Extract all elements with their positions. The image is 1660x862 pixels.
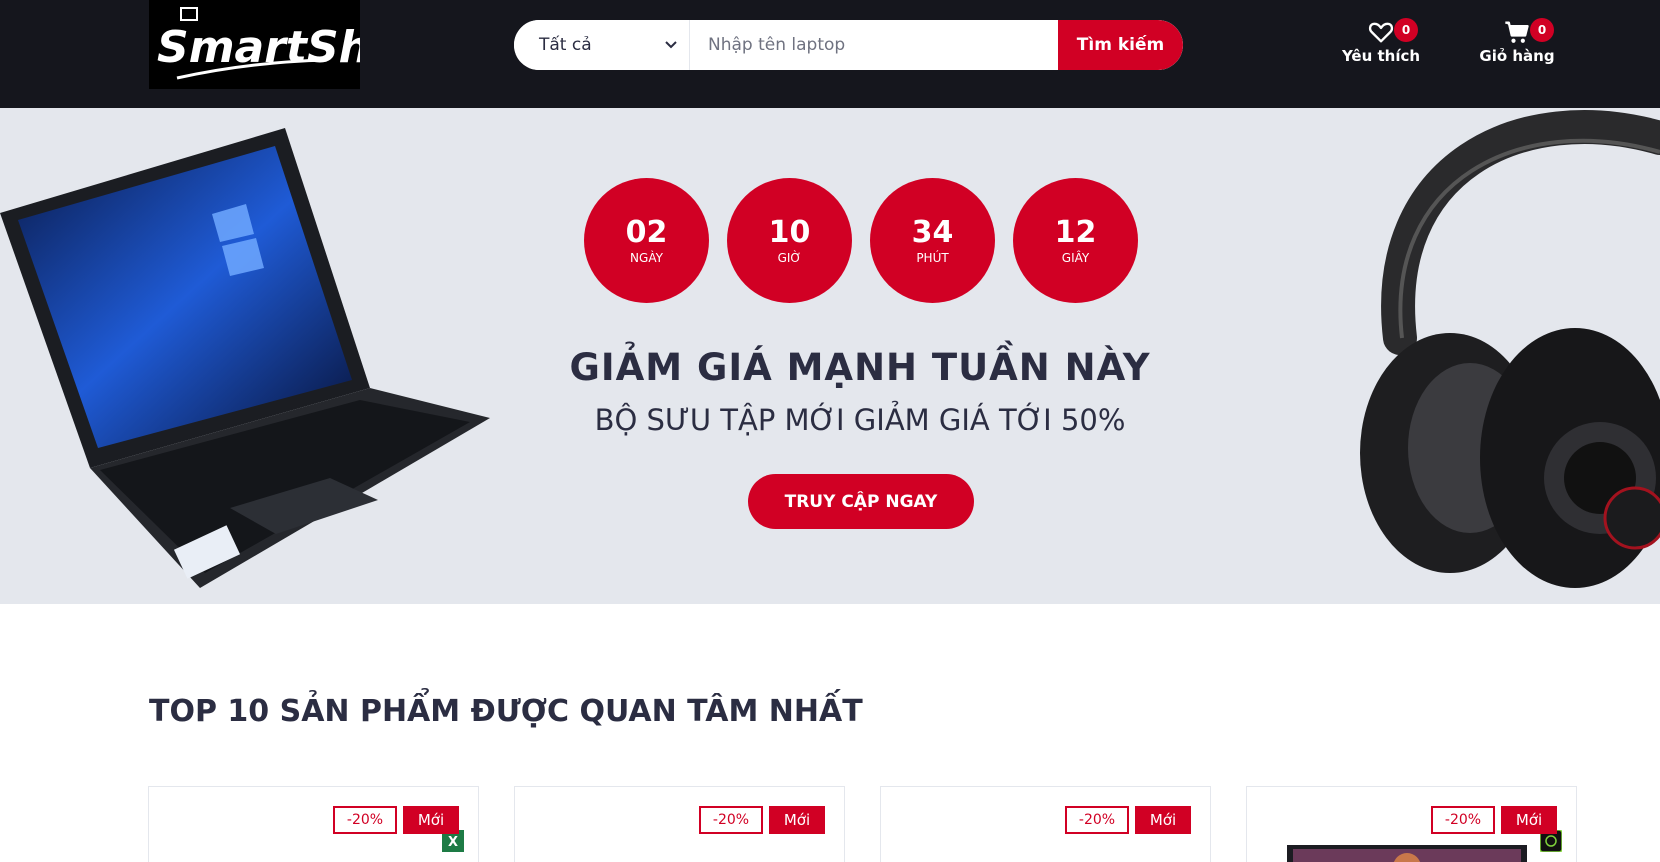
countdown-value: 12 xyxy=(1054,214,1097,250)
new-badge: Mới xyxy=(1135,806,1191,834)
product-list: X -20% Mới -20% Mới -20% Mới -20% Mới xyxy=(148,786,1577,862)
category-select[interactable]: Tất cả xyxy=(514,20,690,70)
wishlist-count-badge: 0 xyxy=(1394,18,1418,42)
chevron-down-icon xyxy=(665,41,677,49)
countdown-unit: GIỜ xyxy=(777,250,802,265)
countdown-seconds: 12 GIÂY xyxy=(1013,178,1138,303)
countdown-days: 02 NGÀY xyxy=(584,178,709,303)
new-badge: Mới xyxy=(403,806,459,834)
cart-count-badge: 0 xyxy=(1530,18,1554,42)
cart-icon xyxy=(1505,21,1529,43)
sale-badge: -20% xyxy=(1431,806,1495,834)
logo[interactable]: SmartShop xyxy=(149,0,360,89)
wishlist-link[interactable]: Yêu thích 0 xyxy=(1326,18,1436,65)
product-card[interactable]: -20% Mới xyxy=(1246,786,1577,862)
countdown-timer: 02 NGÀY 10 GIỜ 34 PHÚT 12 GIÂY xyxy=(584,178,1138,303)
search-input[interactable] xyxy=(690,20,1058,70)
header: SmartShop Tất cả Tìm kiếm Yêu thích 0 Gi… xyxy=(0,0,1660,108)
cart-label: Giỏ hàng xyxy=(1479,47,1555,65)
product-card[interactable]: -20% Mới xyxy=(514,786,845,862)
hero-title: GIẢM GIÁ MẠNH TUẦN NÀY xyxy=(569,346,1151,389)
cart-link[interactable]: Giỏ hàng 0 xyxy=(1462,18,1572,65)
product-card[interactable]: -20% Mới xyxy=(880,786,1211,862)
countdown-unit: GIÂY xyxy=(1061,250,1090,265)
hero-banner: 02 NGÀY 10 GIỜ 34 PHÚT 12 GIÂY GIẢM GIÁ … xyxy=(0,108,1660,604)
svg-text:X: X xyxy=(448,835,458,850)
countdown-hours: 10 GIỜ xyxy=(727,178,852,303)
heart-icon xyxy=(1368,22,1394,43)
new-badge: Mới xyxy=(1501,806,1557,834)
countdown-value: 02 xyxy=(625,214,668,250)
wishlist-label: Yêu thích xyxy=(1341,47,1421,65)
logo-image: SmartShop xyxy=(149,0,360,89)
category-select-value: Tất cả xyxy=(539,35,592,55)
new-badge: Mới xyxy=(769,806,825,834)
search-bar: Tất cả Tìm kiếm xyxy=(514,20,1183,70)
countdown-unit: PHÚT xyxy=(916,250,949,265)
sale-badge: -20% xyxy=(699,806,763,834)
countdown-value: 10 xyxy=(768,214,811,250)
sale-badge: -20% xyxy=(333,806,397,834)
countdown-minutes: 34 PHÚT xyxy=(870,178,995,303)
sale-badge: -20% xyxy=(1065,806,1129,834)
headphones-image xyxy=(1360,110,1660,588)
section-title: TOP 10 SẢN PHẨM ĐƯỢC QUAN TÂM NHẤT xyxy=(149,694,863,729)
search-button[interactable]: Tìm kiếm xyxy=(1058,20,1183,70)
product-card[interactable]: X -20% Mới xyxy=(148,786,479,862)
countdown-value: 34 xyxy=(911,214,954,250)
hero-subtitle: BỘ SƯU TẬP MỚI GIẢM GIÁ TỚI 50% xyxy=(594,403,1126,437)
countdown-unit: NGÀY xyxy=(630,250,663,265)
shop-now-button[interactable]: TRUY CẬP NGAY xyxy=(748,474,974,529)
